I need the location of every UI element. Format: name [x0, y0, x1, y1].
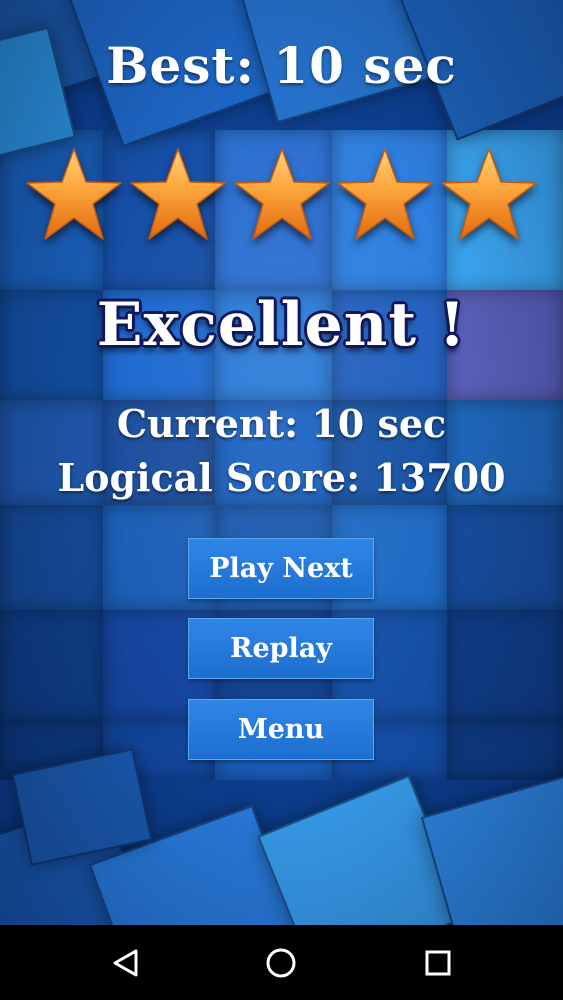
game-result-screen: Best: 10 sec Excellent ! Current: 10 sec…: [0, 0, 563, 925]
star-icon: [337, 148, 433, 240]
back-triangle-icon[interactable]: [108, 945, 144, 981]
star-rating: [24, 146, 539, 246]
star-icon: [26, 148, 122, 240]
menu-button[interactable]: Menu: [188, 699, 374, 760]
star-icon: [233, 148, 330, 240]
current-time-label: Current: 10 sec: [116, 401, 447, 446]
logical-score-label: Logical Score: 13700: [57, 455, 506, 500]
star-icon: [130, 148, 226, 240]
replay-button[interactable]: Replay: [188, 618, 374, 679]
recents-square-icon[interactable]: [420, 945, 456, 981]
android-navigation-bar: [0, 925, 563, 1000]
home-circle-icon[interactable]: [263, 945, 299, 981]
rating-text: Excellent !: [96, 290, 467, 360]
star-icon: [441, 148, 537, 240]
best-time-label: Best: 10 sec: [106, 36, 457, 95]
play-next-button[interactable]: Play Next: [188, 538, 374, 599]
